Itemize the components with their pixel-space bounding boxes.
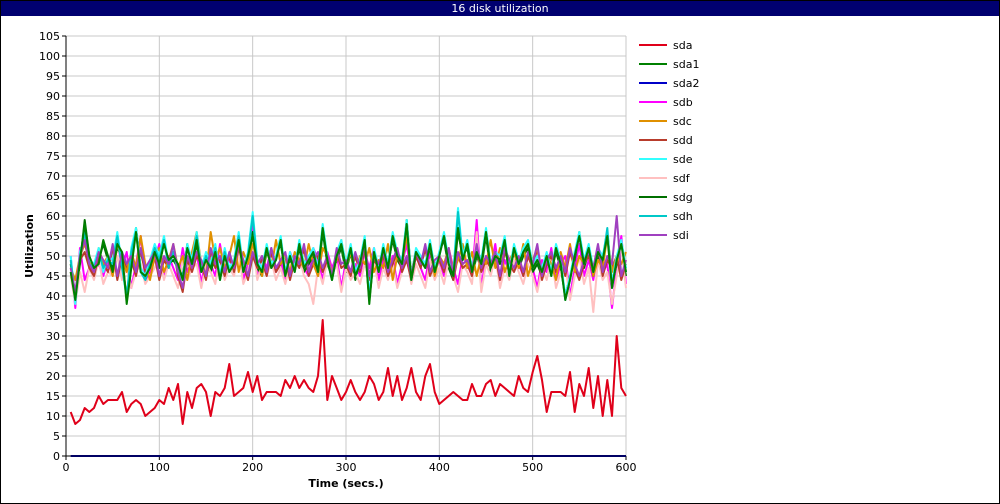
y-tick-label: 90 [46, 90, 60, 103]
y-tick-label: 85 [46, 110, 60, 123]
legend-label-sdg: sdg [673, 191, 693, 204]
legend-label-sde: sde [673, 153, 693, 166]
y-tick-label: 0 [53, 450, 60, 463]
y-tick-label: 75 [46, 150, 60, 163]
y-tick-label: 35 [46, 310, 60, 323]
y-tick-label: 100 [39, 50, 60, 63]
y-tick-label: 10 [46, 410, 60, 423]
chart-window: 16 disk utilization 0 5 10 15 20 25 30 35 40 45 50… [0, 0, 1000, 504]
legend-label-sda1: sda1 [673, 58, 699, 71]
x-tick-label: 600 [616, 461, 637, 474]
y-tick-label: 60 [46, 210, 60, 223]
y-tick-label: 30 [46, 330, 60, 343]
y-tick-label: 70 [46, 170, 60, 183]
legend-label-sdb: sdb [673, 96, 693, 109]
legend-label-sdf: sdf [673, 172, 691, 185]
y-tick-label: 5 [53, 430, 60, 443]
y-tick-label: 95 [46, 70, 60, 83]
x-tick-label: 200 [242, 461, 263, 474]
legend-label-sda2: sda2 [673, 77, 699, 90]
y-tick-label: 55 [46, 230, 60, 243]
y-tick-label: 40 [46, 290, 60, 303]
window-title: 16 disk utilization [1, 1, 999, 16]
x-axis-label: Time (secs.) [308, 477, 383, 490]
legend-label-sdc: sdc [673, 115, 692, 128]
legend-label-sdd: sdd [673, 134, 693, 147]
y-tick-label: 105 [39, 30, 60, 43]
y-tick-label: 50 [46, 250, 60, 263]
x-tick-label: 100 [149, 461, 170, 474]
y-tick-label: 25 [46, 350, 60, 363]
y-tick-label: 45 [46, 270, 60, 283]
x-tick-label: 300 [336, 461, 357, 474]
x-tick-label: 500 [522, 461, 543, 474]
y-tick-label: 65 [46, 190, 60, 203]
legend-label-sdh: sdh [673, 210, 693, 223]
legend-label-sdi: sdi [673, 229, 689, 242]
x-tick-label: 0 [63, 461, 70, 474]
y-tick-label: 80 [46, 130, 60, 143]
y-tick-label: 20 [46, 370, 60, 383]
y-axis-label: Utilization [23, 214, 36, 278]
y-tick-label: 15 [46, 390, 60, 403]
x-tick-label: 400 [429, 461, 450, 474]
legend-label-sda: sda [673, 39, 692, 52]
chart-canvas: 0 5 10 15 20 25 30 35 40 45 50 55 60 65 70 75 80 85 90 95 10… [1, 17, 999, 503]
